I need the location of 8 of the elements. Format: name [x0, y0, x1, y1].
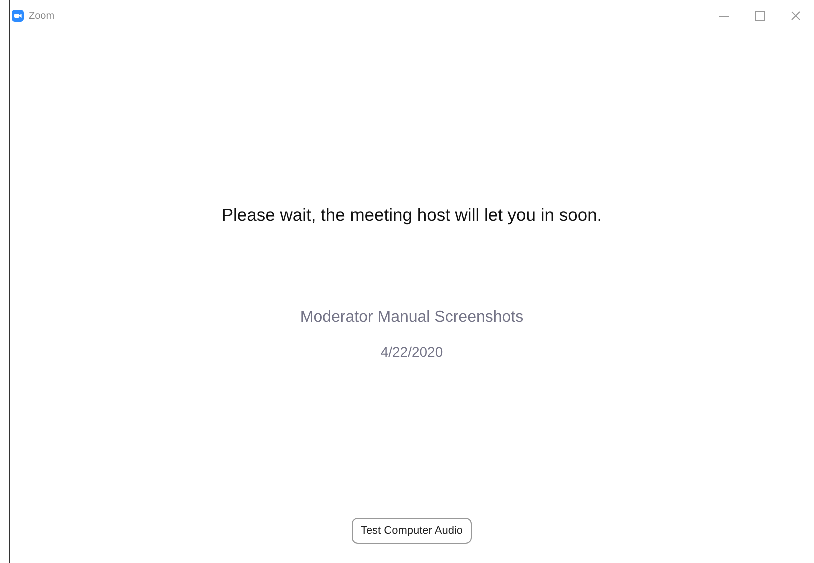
meeting-date: 4/22/2020: [380, 343, 444, 362]
meeting-topic: Moderator Manual Screenshots: [300, 308, 524, 328]
test-audio-button[interactable]: Test Computer Audio: [352, 518, 472, 544]
waiting-message: Please wait, the meeting host will let you in soon.: [222, 204, 602, 227]
window-title: Zoom: [29, 10, 55, 24]
close-icon[interactable]: [791, 11, 801, 21]
maximize-icon[interactable]: [755, 11, 765, 21]
app-icon: [12, 10, 24, 22]
